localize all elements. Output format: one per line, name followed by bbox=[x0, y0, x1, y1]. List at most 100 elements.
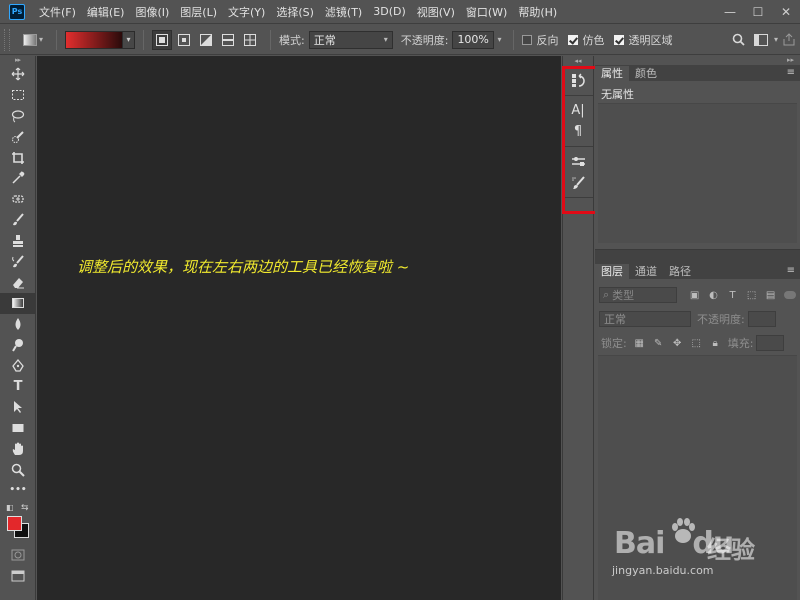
character-icon[interactable]: A| bbox=[563, 100, 593, 121]
tab-layers[interactable]: 图层 bbox=[595, 264, 629, 279]
layer-filter-select[interactable]: ⌕ 类型 bbox=[599, 287, 678, 303]
transparency-checkbox[interactable]: 透明区域 bbox=[614, 32, 672, 48]
adjustments-icon[interactable] bbox=[563, 151, 593, 172]
layers-list bbox=[598, 355, 797, 600]
layer-opacity-input[interactable] bbox=[747, 311, 776, 327]
dodge-tool[interactable] bbox=[0, 334, 36, 355]
blend-mode-select[interactable]: 正常 bbox=[599, 311, 691, 327]
menu-image[interactable]: 图像(I) bbox=[135, 4, 169, 20]
gradient-tool[interactable] bbox=[0, 292, 36, 314]
blur-tool[interactable] bbox=[0, 314, 36, 335]
lock-row: 锁定: ▦ ✎ ✥ ⬚ 🔒︎ 填充: bbox=[595, 331, 800, 355]
minimize-button[interactable]: — bbox=[716, 0, 744, 24]
adjustment-filter-icon[interactable]: ◐ bbox=[704, 287, 723, 303]
pixel-filter-icon[interactable]: ▣ bbox=[685, 287, 704, 303]
brush-tool[interactable] bbox=[0, 210, 36, 231]
gradient-editor-swatch[interactable] bbox=[65, 30, 123, 49]
dither-checkbox[interactable]: 仿色 bbox=[568, 32, 604, 48]
dither-checkbox-box[interactable] bbox=[568, 34, 579, 45]
tab-color[interactable]: 颜色 bbox=[629, 66, 663, 81]
radial-gradient-button[interactable] bbox=[174, 30, 194, 50]
brush-preset-icon[interactable] bbox=[563, 172, 593, 193]
dock-group-history bbox=[563, 66, 593, 96]
share-icon[interactable] bbox=[778, 29, 800, 51]
clone-stamp-tool[interactable] bbox=[0, 230, 36, 251]
more-tools[interactable]: ••• bbox=[0, 480, 36, 501]
swap-colors-icon[interactable]: ⇆ bbox=[21, 503, 29, 513]
foreground-color-swatch[interactable] bbox=[7, 515, 22, 531]
close-button[interactable]: ✕ bbox=[772, 0, 800, 24]
angle-gradient-button[interactable] bbox=[196, 30, 216, 50]
collapse-toolbar-icon[interactable]: ▸▸ bbox=[0, 56, 35, 64]
search-icon[interactable] bbox=[728, 29, 750, 51]
shape-filter-icon[interactable]: ⬚ bbox=[742, 287, 761, 303]
eraser-tool[interactable] bbox=[0, 272, 36, 293]
gradient-tool-icon bbox=[22, 33, 37, 46]
zoom-tool[interactable] bbox=[0, 459, 36, 480]
panel-menu-icon[interactable]: ≡ bbox=[787, 67, 795, 78]
tool-preset-picker[interactable]: ▾ bbox=[18, 29, 48, 51]
reverse-checkbox-box[interactable] bbox=[522, 34, 533, 45]
paragraph-icon[interactable]: ¶ bbox=[563, 121, 593, 142]
opacity-input[interactable]: 100% bbox=[452, 30, 495, 49]
maximize-button[interactable]: ☐ bbox=[744, 0, 772, 24]
menu-type[interactable]: 文字(Y) bbox=[228, 4, 265, 20]
smart-object-filter-icon[interactable]: ▤ bbox=[761, 287, 780, 303]
canvas-caption-text: 调整后的效果，现在左右两边的工具已经恢复啦 ~ bbox=[77, 258, 410, 276]
lock-position-icon[interactable]: ✥ bbox=[668, 335, 687, 351]
menu-view[interactable]: 视图(V) bbox=[417, 4, 455, 20]
menu-file[interactable]: 文件(F) bbox=[39, 4, 76, 20]
type-filter-icon[interactable]: T bbox=[723, 287, 742, 303]
eyedropper-tool[interactable] bbox=[0, 168, 36, 189]
transparency-label: 透明区域 bbox=[628, 33, 673, 47]
menu-layer[interactable]: 图层(L) bbox=[180, 4, 217, 20]
linear-gradient-button[interactable] bbox=[152, 29, 172, 50]
crop-tool[interactable] bbox=[0, 147, 36, 168]
reverse-checkbox[interactable]: 反向 bbox=[522, 32, 558, 48]
workspace-icon[interactable] bbox=[750, 29, 772, 51]
tab-properties[interactable]: 属性 bbox=[595, 66, 629, 81]
healing-brush-tool[interactable] bbox=[0, 189, 36, 210]
marquee-tool[interactable] bbox=[0, 85, 36, 106]
menu-edit[interactable]: 编辑(E) bbox=[87, 4, 125, 20]
panel-divider[interactable] bbox=[595, 249, 800, 263]
menu-window[interactable]: 窗口(W) bbox=[466, 4, 507, 20]
menu-help[interactable]: 帮助(H) bbox=[518, 4, 557, 20]
quick-select-tool[interactable] bbox=[0, 126, 36, 147]
menu-3d[interactable]: 3D(D) bbox=[373, 5, 406, 18]
mode-select[interactable]: 正常 ▾ bbox=[308, 30, 393, 49]
move-tool[interactable] bbox=[0, 64, 36, 85]
lasso-tool[interactable] bbox=[0, 106, 36, 127]
gradient-picker-dropdown[interactable]: ▾ bbox=[123, 30, 135, 49]
lock-transparent-icon[interactable]: ▦ bbox=[630, 335, 649, 351]
tab-channels[interactable]: 通道 bbox=[629, 264, 663, 279]
screen-mode-button[interactable] bbox=[0, 566, 36, 587]
pen-tool[interactable] bbox=[0, 355, 36, 376]
document-canvas[interactable]: 调整后的效果，现在左右两边的工具已经恢复啦 ~ bbox=[37, 56, 561, 600]
dither-label: 仿色 bbox=[582, 33, 605, 47]
options-bar-grip[interactable] bbox=[4, 28, 10, 51]
opacity-dropdown-icon[interactable]: ▾ bbox=[497, 35, 501, 44]
transparency-checkbox-box[interactable] bbox=[614, 34, 625, 45]
reflected-gradient-button[interactable] bbox=[218, 30, 238, 50]
menu-filter[interactable]: 滤镜(T) bbox=[325, 4, 362, 20]
history-icon[interactable] bbox=[563, 70, 593, 91]
panel-menu-icon[interactable]: ≡ bbox=[787, 265, 795, 276]
expand-dock-icon[interactable]: ◂◂ bbox=[563, 56, 593, 66]
history-brush-tool[interactable] bbox=[0, 251, 36, 272]
filter-toggle[interactable] bbox=[784, 291, 796, 299]
diamond-gradient-button[interactable] bbox=[240, 30, 260, 50]
rectangle-tool[interactable] bbox=[0, 418, 36, 439]
lock-all-icon[interactable]: 🔒︎ bbox=[706, 335, 725, 351]
fill-input[interactable] bbox=[756, 335, 785, 351]
tab-paths[interactable]: 路径 bbox=[663, 264, 697, 279]
lock-artboard-icon[interactable]: ⬚ bbox=[687, 335, 706, 351]
hand-tool[interactable] bbox=[0, 438, 36, 459]
lock-pixels-icon[interactable]: ✎ bbox=[649, 335, 668, 351]
type-tool[interactable]: T bbox=[0, 376, 36, 397]
menu-select[interactable]: 选择(S) bbox=[276, 4, 314, 20]
collapse-panels-icon[interactable]: ▸▸ bbox=[595, 56, 800, 65]
default-colors-icon[interactable]: ◧ bbox=[6, 503, 14, 512]
path-select-tool[interactable] bbox=[0, 397, 36, 418]
quick-mask-button[interactable] bbox=[0, 545, 36, 566]
